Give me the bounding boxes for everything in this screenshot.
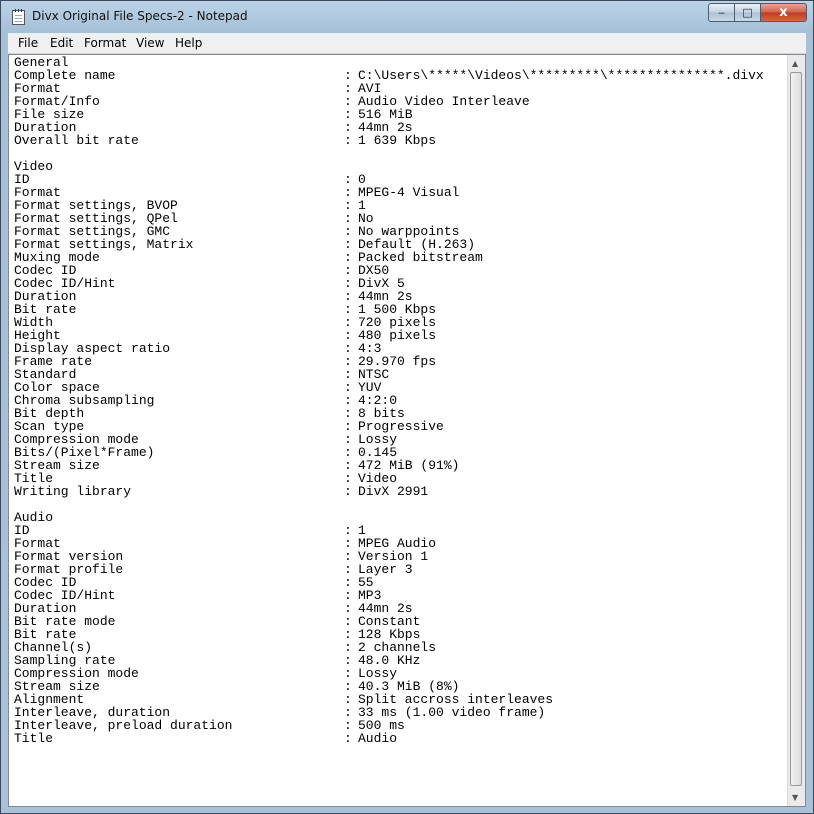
menu-view[interactable]: View [136,36,164,50]
close-button[interactable]: x [760,3,807,22]
field-separator: : [344,731,352,746]
field-name: Title [14,731,54,746]
menu-format[interactable]: Format [84,36,126,50]
minimize-button[interactable]: ‒ [708,3,735,22]
scrollbar-thumb[interactable] [790,72,802,786]
field-value: Audio [358,731,398,746]
menu-edit[interactable]: Edit [50,36,73,50]
menu-bar: File Edit Format View Help [8,33,806,54]
field-name: Writing library [14,484,132,499]
vertical-scrollbar[interactable]: ▲ ▼ [787,55,805,806]
field-value: C:\Users\*****\Videos\*********\********… [358,68,764,83]
field-separator: : [344,133,352,148]
maximize-button[interactable]: □ [734,3,761,22]
title-bar[interactable]: Divx Original File Specs-2 - Notepad ‒ □… [1,1,813,33]
field-value: DivX 2991 [358,484,429,499]
menu-file[interactable]: File [18,36,38,50]
notepad-icon[interactable] [12,9,25,25]
field-name: Overall bit rate [14,133,139,148]
field-value: 1 639 Kbps [358,133,437,148]
scroll-down-arrow-icon[interactable]: ▼ [792,793,798,802]
field-separator: : [344,484,352,499]
text-editor-area[interactable]: General Complete name: C:\Users\*****\Vide… [8,54,806,807]
field-value: MPEG-4 Visual [358,185,460,200]
window-title: Divx Original File Specs-2 - Notepad [32,9,248,23]
menu-help[interactable]: Help [175,36,202,50]
notepad-window: Divx Original File Specs-2 - Notepad ‒ □… [0,0,814,814]
scroll-up-arrow-icon[interactable]: ▲ [792,59,798,68]
